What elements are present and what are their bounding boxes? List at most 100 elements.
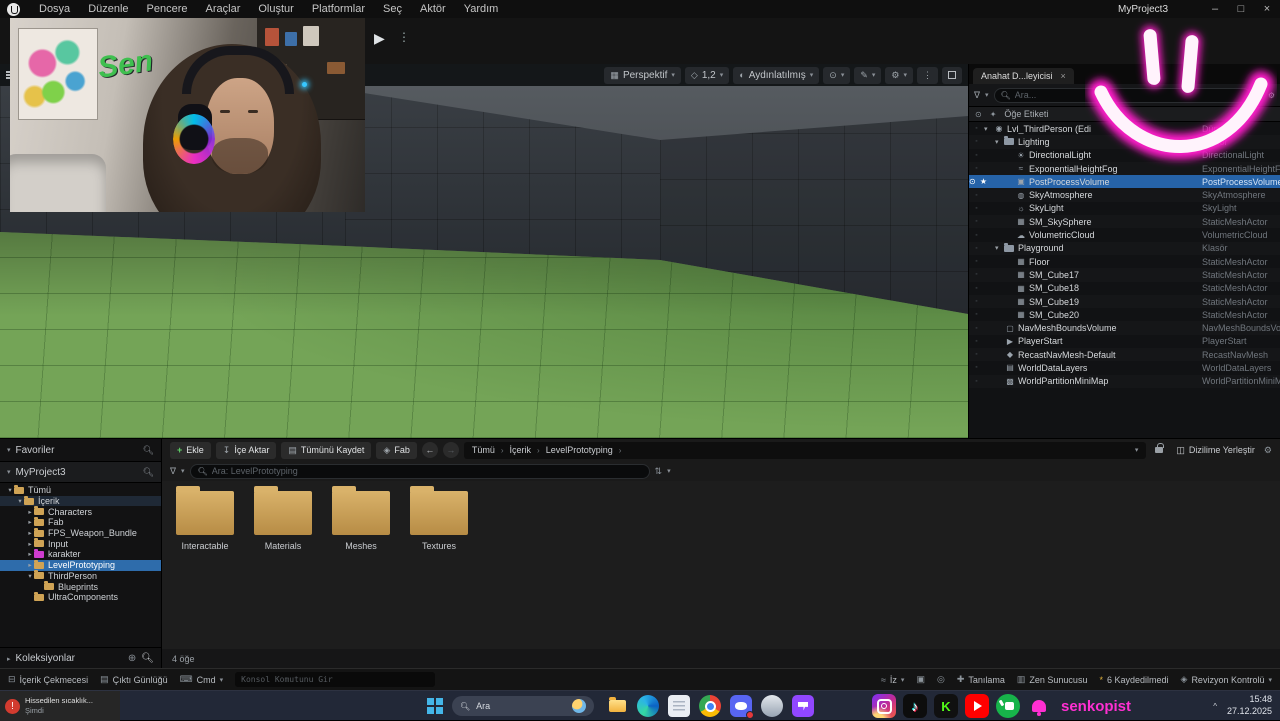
outliner-row[interactable]: ▪ ◍ SkyAtmosphere SkyAtmosphere xyxy=(969,188,1280,201)
forward-button[interactable]: → xyxy=(442,442,459,458)
search-icon[interactable]: 🔍︎ xyxy=(143,445,154,456)
expander-icon[interactable]: ▸ xyxy=(26,508,34,516)
outliner-search-input[interactable]: 🔍︎ xyxy=(993,87,1252,103)
outliner-row[interactable]: ▪ ▦ SM_Cube20 StaticMeshActor xyxy=(969,308,1280,321)
expander-icon[interactable]: ▾ xyxy=(16,497,24,505)
expander-icon[interactable]: ▸ xyxy=(26,550,34,558)
asset-folder-interactable[interactable]: Interactable xyxy=(170,486,240,551)
taskbar-search[interactable]: 🔍︎ Ara xyxy=(452,696,594,716)
sidebar-item-i̇çerik[interactable]: ▾ İçerik xyxy=(0,495,161,507)
filter-icon[interactable]: ∇ xyxy=(170,466,176,477)
taskbar-app-steam[interactable] xyxy=(761,695,783,717)
diagnostics-button[interactable]: ✚ Tanılama xyxy=(957,674,1005,685)
asset-folder-meshes[interactable]: Meshes xyxy=(326,486,396,551)
taskbar-clock[interactable]: 15:48 27.12.2025 xyxy=(1227,694,1272,717)
add-collection-icon[interactable]: ⊕ xyxy=(128,653,136,664)
outliner-row[interactable]: ▪ ≈ ExponentialHeightFog ExponentialHeightF… xyxy=(969,162,1280,175)
taskbar-app-chrome[interactable] xyxy=(699,695,721,717)
unsaved-button[interactable]: * 6 Kaydedilmedi xyxy=(1099,675,1168,685)
outliner-row[interactable]: ▪ ▦ SM_SkySphere StaticMeshActor xyxy=(969,215,1280,228)
chevron-down-icon[interactable]: ▾ xyxy=(667,467,671,475)
lock-icon[interactable] xyxy=(1155,443,1164,453)
expander-icon[interactable]: ▸ xyxy=(26,529,34,537)
sidebar-item-thirdperson[interactable]: ▾ ThirdPerson xyxy=(0,570,161,582)
unreal-logo-icon[interactable] xyxy=(7,2,20,16)
sidebar-item-blueprints[interactable]: Blueprints xyxy=(0,581,161,592)
taskbar-app-edge[interactable] xyxy=(637,695,659,717)
camera-speed-dropdown[interactable]: ◇ 1,2 ▾ xyxy=(684,66,730,84)
content-search-input[interactable]: 🔍︎ xyxy=(189,463,650,479)
dock-in-layout-button[interactable]: ◫ Dizilime Yerleştir xyxy=(1172,445,1259,456)
outliner-tab[interactable]: Anahat D...leyicisi × xyxy=(973,68,1074,84)
menu-yardım[interactable]: Yardım xyxy=(455,0,508,18)
outliner-row[interactable]: ▪ ▾ Lighting Klasör xyxy=(969,135,1280,148)
outliner-row[interactable]: ▪ ▦ SM_Cube19 StaticMeshActor xyxy=(969,295,1280,308)
outliner-settings-icon[interactable]: ⚙ xyxy=(1268,91,1275,100)
start-button[interactable] xyxy=(427,698,443,714)
menu-dosya[interactable]: Dosya xyxy=(30,0,79,18)
visibility-and-pin-icons[interactable]: ⊙ ★ xyxy=(969,177,987,186)
new-folder-icon[interactable]: ⊞ xyxy=(1256,91,1263,100)
outliner-row[interactable]: ▪ ☁ VolumetricCloud VolumetricCloud xyxy=(969,228,1280,241)
menu-seç[interactable]: Seç xyxy=(374,0,411,18)
close-button[interactable]: × xyxy=(1254,0,1280,18)
menu-pencere[interactable]: Pencere xyxy=(138,0,197,18)
viewport-settings-dropdown[interactable]: ⚙ ▾ xyxy=(885,66,913,84)
sidebar-item-characters[interactable]: ▸ Characters xyxy=(0,506,161,517)
collections-footer[interactable]: ▸ Koleksiyonlar ⊕ 🔍︎ xyxy=(0,647,161,669)
minimize-button[interactable]: – xyxy=(1202,0,1228,18)
breadcrumb-levelprototyping[interactable]: LevelPrototyping xyxy=(546,445,613,455)
outliner-column-header[interactable]: ⊙ ✦ Öğe Etiketi xyxy=(969,106,1280,122)
content-drawer-button[interactable]: ⊟ İçerik Çekmecesi xyxy=(8,674,88,685)
chevron-down-icon[interactable]: ▾ xyxy=(181,467,185,475)
menu-düzenle[interactable]: Düzenle xyxy=(79,0,137,18)
show-flags-dropdown[interactable]: ⊙ ▾ xyxy=(823,66,851,84)
trace-dropdown[interactable]: ≈ İz ▾ xyxy=(881,675,904,685)
search-icon[interactable]: 🔍︎ xyxy=(143,467,154,478)
play-button[interactable]: ▶ xyxy=(374,30,385,47)
outliner-row[interactable]: ▪ ☼ SkyLight SkyLight xyxy=(969,202,1280,215)
outliner-row[interactable]: ▪ ▦ SM_Cube18 StaticMeshActor xyxy=(969,282,1280,295)
output-log-button[interactable]: ▤ Çıktı Günlüğü xyxy=(100,674,168,685)
menu-aktör[interactable]: Aktör xyxy=(411,0,455,18)
menu-araçlar[interactable]: Araçlar xyxy=(197,0,250,18)
sidebar-item-ultracomponents[interactable]: UltraComponents xyxy=(0,591,161,603)
sidebar-item-levelprototyping[interactable]: ▸ LevelPrototyping xyxy=(0,559,161,571)
expander-icon[interactable]: ▾ xyxy=(984,125,993,133)
sidebar-item-karakter[interactable]: ▸ karakter xyxy=(0,548,161,560)
close-icon[interactable]: × xyxy=(1061,71,1066,81)
expander-icon[interactable]: ▾ xyxy=(995,138,1004,146)
outliner-row[interactable]: ⊙ ★ ▣ PostProcessVolume PostProcessVolume xyxy=(969,175,1280,189)
outliner-row[interactable]: ▪ ◆ RecastNavMesh-Default RecastNavMesh xyxy=(969,348,1280,361)
project-header[interactable]: ▾ MyProject3 🔍︎ xyxy=(0,461,161,483)
zen-server-button[interactable]: ▥ Zen Sunucusu xyxy=(1017,674,1088,685)
outliner-row[interactable]: ▪ ☀ DirectionalLight DirectionalLight xyxy=(969,149,1280,162)
outliner-row[interactable]: ▪ ▦ Floor StaticMeshActor xyxy=(969,255,1280,268)
taskbar-app-discord[interactable] xyxy=(730,695,754,719)
outliner-row[interactable]: ▪ ▾ Playground Klasör xyxy=(969,242,1280,255)
expander-icon[interactable]: ▸ xyxy=(26,561,34,569)
maximize-button[interactable]: □ xyxy=(1228,0,1254,18)
save-all-button[interactable]: ▤ Tümünü Kaydet xyxy=(281,441,372,459)
favorites-header[interactable]: ▾ Favoriler 🔍︎ xyxy=(0,439,161,461)
expander-icon[interactable]: ▾ xyxy=(26,572,34,580)
breadcrumb-tümü[interactable]: Tümü xyxy=(472,445,495,455)
outliner-row[interactable]: ▪ ▶ PlayerStart PlayerStart xyxy=(969,335,1280,348)
fab-button[interactable]: ◈ Fab xyxy=(376,441,417,459)
outliner-row[interactable]: ▪ ▾ ◉ Lvl_ThirdPerson (Edi Dünya xyxy=(969,122,1280,135)
console-input[interactable] xyxy=(235,672,436,687)
breadcrumb-i̇çerik[interactable]: İçerik xyxy=(510,445,532,455)
notification-toast[interactable]: Hissedilen sıcaklık... Şimdi xyxy=(0,691,120,721)
outliner-row[interactable]: ▪ ▢ NavMeshBoundsVolume NavMeshBoundsVolume xyxy=(969,321,1280,334)
sidebar-item-input[interactable]: ▸ Input xyxy=(0,538,161,549)
taskbar-app-twitch[interactable] xyxy=(792,695,814,717)
menu-platformlar[interactable]: Platformlar xyxy=(303,0,374,18)
outliner-row[interactable]: ▪ ▦ SM_Cube17 StaticMeshActor xyxy=(969,268,1280,281)
expander-icon[interactable]: ▸ xyxy=(26,518,34,526)
add-button[interactable]: + Ekle xyxy=(170,441,211,459)
play-options-icon[interactable]: ⋮ xyxy=(398,30,410,44)
chevron-down-icon[interactable]: ▾ xyxy=(985,91,989,99)
expander-icon[interactable]: ▾ xyxy=(6,486,14,494)
viewport-more-button[interactable]: ⋮ xyxy=(917,66,938,84)
tray-expand-icon[interactable]: ^ xyxy=(1213,702,1217,711)
